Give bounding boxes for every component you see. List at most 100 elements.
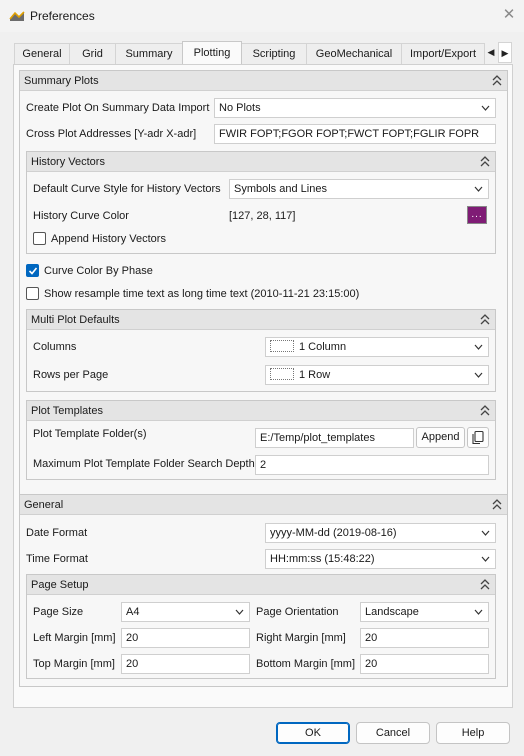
tab-bar: General Grid Summary Scripting GeoMechan… (14, 41, 512, 65)
template-folder-input[interactable]: E:/Temp/plot_templates (255, 428, 414, 448)
time-format-value: HH:mm:ss (15:48:22) (270, 553, 375, 565)
dialog-button-bar: OK Cancel Help (0, 712, 524, 756)
chevron-down-icon (481, 556, 490, 562)
page-size-label: Page Size (33, 606, 84, 618)
page-orientation-label: Page Orientation (256, 606, 339, 618)
rows-label: Rows per Page (33, 369, 109, 381)
tab-scripting[interactable]: Scripting (241, 43, 307, 64)
create-plot-select[interactable]: No Plots (214, 98, 496, 118)
create-plot-label: Create Plot On Summary Data Import (26, 102, 210, 114)
summary-plots-title: Summary Plots (24, 75, 99, 87)
collapse-up-icon[interactable] (491, 498, 503, 511)
curve-style-value: Symbols and Lines (234, 183, 327, 195)
top-margin-input[interactable]: 20 (121, 654, 250, 674)
chevron-down-icon (474, 609, 483, 615)
top-margin-label: Top Margin [mm] (33, 658, 115, 670)
search-depth-label: Maximum Plot Template Folder Search Dept… (33, 458, 255, 470)
tab-summary[interactable]: Summary (115, 43, 183, 64)
window-title: Preferences (30, 9, 95, 23)
layout-preview-icon (270, 368, 294, 380)
plot-templates-header[interactable]: Plot Templates (27, 401, 495, 421)
page-size-value: A4 (126, 606, 140, 618)
page-setup-header[interactable]: Page Setup (27, 575, 495, 595)
bottom-margin-input[interactable]: 20 (360, 654, 489, 674)
history-vectors-title: History Vectors (31, 156, 105, 168)
append-history-checkbox[interactable] (33, 232, 46, 245)
columns-value: 1 Column (299, 341, 347, 353)
curve-color-by-phase-label: Curve Color By Phase (44, 265, 153, 277)
search-depth-input[interactable]: 2 (255, 455, 489, 475)
title-bar: Preferences ✕ (0, 0, 524, 32)
multi-plot-title: Multi Plot Defaults (31, 314, 120, 326)
bottom-margin-label: Bottom Margin [mm] (256, 658, 356, 670)
tab-general[interactable]: General (14, 43, 70, 64)
summary-plots-group: Summary Plots Create Plot On Summary Dat… (19, 70, 508, 545)
curve-color-button[interactable]: ... (467, 206, 487, 224)
history-vectors-group: History Vectors Default Curve Style for … (26, 151, 496, 254)
show-resample-checkbox[interactable] (26, 287, 39, 300)
copy-icon (472, 430, 484, 445)
chevron-down-icon (481, 530, 490, 536)
cancel-button[interactable]: Cancel (356, 722, 430, 744)
collapse-up-icon[interactable] (479, 155, 491, 168)
date-format-value: yyyy-MM-dd (2019-08-16) (270, 527, 397, 539)
ok-button[interactable]: OK (276, 722, 350, 744)
tab-import-export[interactable]: Import/Export (401, 43, 485, 64)
tab-plotting[interactable]: Plotting (182, 41, 242, 65)
tab-grid[interactable]: Grid (69, 43, 116, 64)
append-history-label: Append History Vectors (51, 233, 166, 245)
curve-color-value: [127, 28, 117] (229, 210, 296, 222)
date-format-select[interactable]: yyyy-MM-dd (2019-08-16) (265, 523, 496, 543)
page-setup-title: Page Setup (31, 579, 89, 591)
left-margin-label: Left Margin [mm] (33, 632, 116, 644)
tab-scroll-left-icon[interactable]: ◀ (484, 42, 498, 63)
columns-select[interactable]: 1 Column (265, 337, 489, 357)
page-orientation-value: Landscape (365, 606, 419, 618)
date-format-label: Date Format (26, 527, 88, 539)
curve-style-select[interactable]: Symbols and Lines (229, 179, 489, 199)
help-button[interactable]: Help (436, 722, 510, 744)
layout-preview-icon (270, 340, 294, 352)
right-margin-label: Right Margin [mm] (256, 632, 346, 644)
cross-plot-input[interactable]: FWIR FOPT;FGOR FOPT;FWCT FOPT;FGLIR FOPR (214, 124, 496, 144)
color-button-label: ... (471, 209, 483, 220)
chevron-down-icon (474, 344, 483, 350)
left-margin-input[interactable]: 20 (121, 628, 250, 648)
curve-color-label: History Curve Color (33, 210, 129, 222)
cross-plot-label: Cross Plot Addresses [Y-adr X-adr] (26, 128, 197, 140)
collapse-up-icon[interactable] (479, 578, 491, 591)
page-size-select[interactable]: A4 (121, 602, 250, 622)
general-title: General (24, 499, 64, 511)
close-icon[interactable]: ✕ (500, 6, 518, 24)
chevron-down-icon (481, 105, 490, 111)
multi-plot-group: Multi Plot Defaults Columns 1 Column Row… (26, 309, 496, 392)
show-resample-label: Show resample time text as long time tex… (44, 288, 360, 300)
tab-scroll-right-icon[interactable]: ▶ (498, 42, 512, 63)
multi-plot-header[interactable]: Multi Plot Defaults (27, 310, 495, 330)
history-vectors-header[interactable]: History Vectors (27, 152, 495, 172)
curve-style-label: Default Curve Style for History Vectors (33, 183, 221, 195)
tab-geomechanical[interactable]: GeoMechanical (306, 43, 402, 64)
template-folder-label: Plot Template Folder(s) (33, 428, 147, 440)
page-setup-group: Page Setup Page Size A4 Page Orientation… (26, 574, 496, 679)
collapse-up-icon[interactable] (479, 313, 491, 326)
time-format-select[interactable]: HH:mm:ss (15:48:22) (265, 549, 496, 569)
general-header[interactable]: General (20, 495, 507, 515)
app-icon (9, 11, 25, 21)
tab-content-pane: Summary Plots Create Plot On Summary Dat… (13, 64, 513, 708)
curve-color-by-phase-checkbox[interactable] (26, 264, 39, 277)
copy-button[interactable] (467, 427, 489, 448)
time-format-label: Time Format (26, 553, 88, 565)
right-margin-input[interactable]: 20 (360, 628, 489, 648)
plot-templates-title: Plot Templates (31, 405, 103, 417)
rows-select[interactable]: 1 Row (265, 365, 489, 385)
columns-label: Columns (33, 341, 77, 353)
check-icon (28, 267, 38, 275)
collapse-up-icon[interactable] (479, 404, 491, 417)
plot-templates-group: Plot Templates Plot Template Folder(s) E… (26, 400, 496, 480)
collapse-up-icon[interactable] (491, 74, 503, 87)
page-orientation-select[interactable]: Landscape (360, 602, 489, 622)
chevron-down-icon (474, 186, 483, 192)
summary-plots-header[interactable]: Summary Plots (20, 71, 507, 91)
append-folder-button[interactable]: Append (416, 427, 465, 448)
